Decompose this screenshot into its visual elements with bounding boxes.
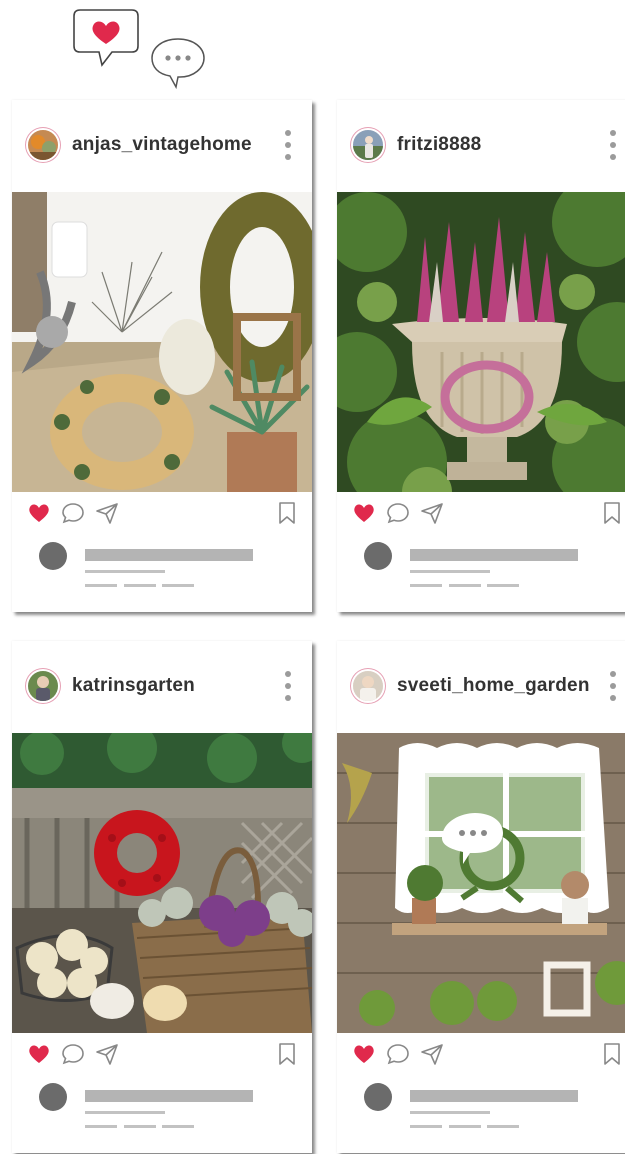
comment-icon[interactable] bbox=[60, 500, 86, 526]
post-footer bbox=[337, 1073, 625, 1153]
post-photo bbox=[337, 192, 625, 492]
ellipsis-bubble-icon bbox=[151, 38, 205, 90]
username[interactable]: anjas_vintagehome bbox=[72, 134, 252, 156]
post-actions bbox=[12, 1033, 312, 1073]
caption-placeholder bbox=[410, 1125, 442, 1128]
bookmark-icon[interactable] bbox=[599, 500, 625, 526]
caption-placeholder bbox=[487, 584, 519, 587]
bookmark-icon[interactable] bbox=[599, 1041, 625, 1067]
post-actions bbox=[337, 1033, 625, 1073]
post-footer bbox=[337, 532, 625, 612]
caption-placeholder bbox=[85, 584, 117, 587]
caption-placeholder bbox=[124, 1125, 156, 1128]
heart-icon[interactable] bbox=[26, 500, 52, 526]
caption-placeholder bbox=[162, 584, 194, 587]
post-header: anjas_vintagehome bbox=[12, 100, 312, 192]
share-icon[interactable] bbox=[94, 500, 120, 526]
caption-placeholder bbox=[85, 1125, 117, 1128]
caption-placeholder bbox=[85, 570, 165, 573]
commenter-avatar bbox=[39, 542, 67, 570]
caption-placeholder bbox=[410, 1111, 490, 1114]
post-photo bbox=[12, 192, 312, 492]
post-footer bbox=[12, 1073, 312, 1153]
post-actions bbox=[12, 492, 312, 532]
caption-placeholder bbox=[85, 549, 253, 561]
post-photo bbox=[12, 733, 312, 1033]
bookmark-icon[interactable] bbox=[274, 500, 300, 526]
avatar[interactable] bbox=[353, 130, 383, 160]
heart-icon[interactable] bbox=[351, 1041, 377, 1067]
username[interactable]: katrinsgarten bbox=[72, 675, 195, 697]
comment-icon[interactable] bbox=[385, 1041, 411, 1067]
post-footer bbox=[12, 532, 312, 612]
heart-icon[interactable] bbox=[26, 1041, 52, 1067]
caption-placeholder bbox=[410, 1090, 578, 1102]
share-icon[interactable] bbox=[94, 1041, 120, 1067]
caption-placeholder bbox=[410, 570, 490, 573]
comment-icon[interactable] bbox=[385, 500, 411, 526]
caption-placeholder bbox=[410, 549, 578, 561]
post-card: sveeti_home_garden bbox=[337, 641, 625, 1153]
username[interactable]: fritzi8888 bbox=[397, 134, 481, 156]
heart-bubble-icon bbox=[73, 9, 139, 67]
avatar[interactable] bbox=[353, 671, 383, 701]
caption-placeholder bbox=[449, 1125, 481, 1128]
post-header: fritzi8888 bbox=[337, 100, 625, 192]
more-options-icon[interactable] bbox=[609, 130, 617, 160]
username[interactable]: sveeti_home_garden bbox=[397, 675, 590, 697]
post-card: katrinsgarten bbox=[12, 641, 312, 1153]
caption-placeholder bbox=[124, 584, 156, 587]
caption-placeholder bbox=[410, 584, 442, 587]
more-options-icon[interactable] bbox=[284, 671, 292, 701]
commenter-avatar bbox=[39, 1083, 67, 1111]
caption-placeholder bbox=[85, 1090, 253, 1102]
post-card: fritzi8888 bbox=[337, 100, 625, 612]
caption-placeholder bbox=[487, 1125, 519, 1128]
more-options-icon[interactable] bbox=[284, 130, 292, 160]
more-options-icon[interactable] bbox=[609, 671, 617, 701]
bookmark-icon[interactable] bbox=[274, 1041, 300, 1067]
post-actions bbox=[337, 492, 625, 532]
comment-icon[interactable] bbox=[60, 1041, 86, 1067]
post-card: anjas_vintagehome bbox=[12, 100, 312, 612]
post-photo bbox=[337, 733, 625, 1033]
post-header: katrinsgarten bbox=[12, 641, 312, 733]
avatar[interactable] bbox=[28, 671, 58, 701]
avatar[interactable] bbox=[28, 130, 58, 160]
caption-placeholder bbox=[162, 1125, 194, 1128]
heart-icon[interactable] bbox=[351, 500, 377, 526]
caption-placeholder bbox=[449, 584, 481, 587]
share-icon[interactable] bbox=[419, 500, 445, 526]
commenter-avatar bbox=[364, 542, 392, 570]
commenter-avatar bbox=[364, 1083, 392, 1111]
post-header: sveeti_home_garden bbox=[337, 641, 625, 733]
caption-placeholder bbox=[85, 1111, 165, 1114]
share-icon[interactable] bbox=[419, 1041, 445, 1067]
